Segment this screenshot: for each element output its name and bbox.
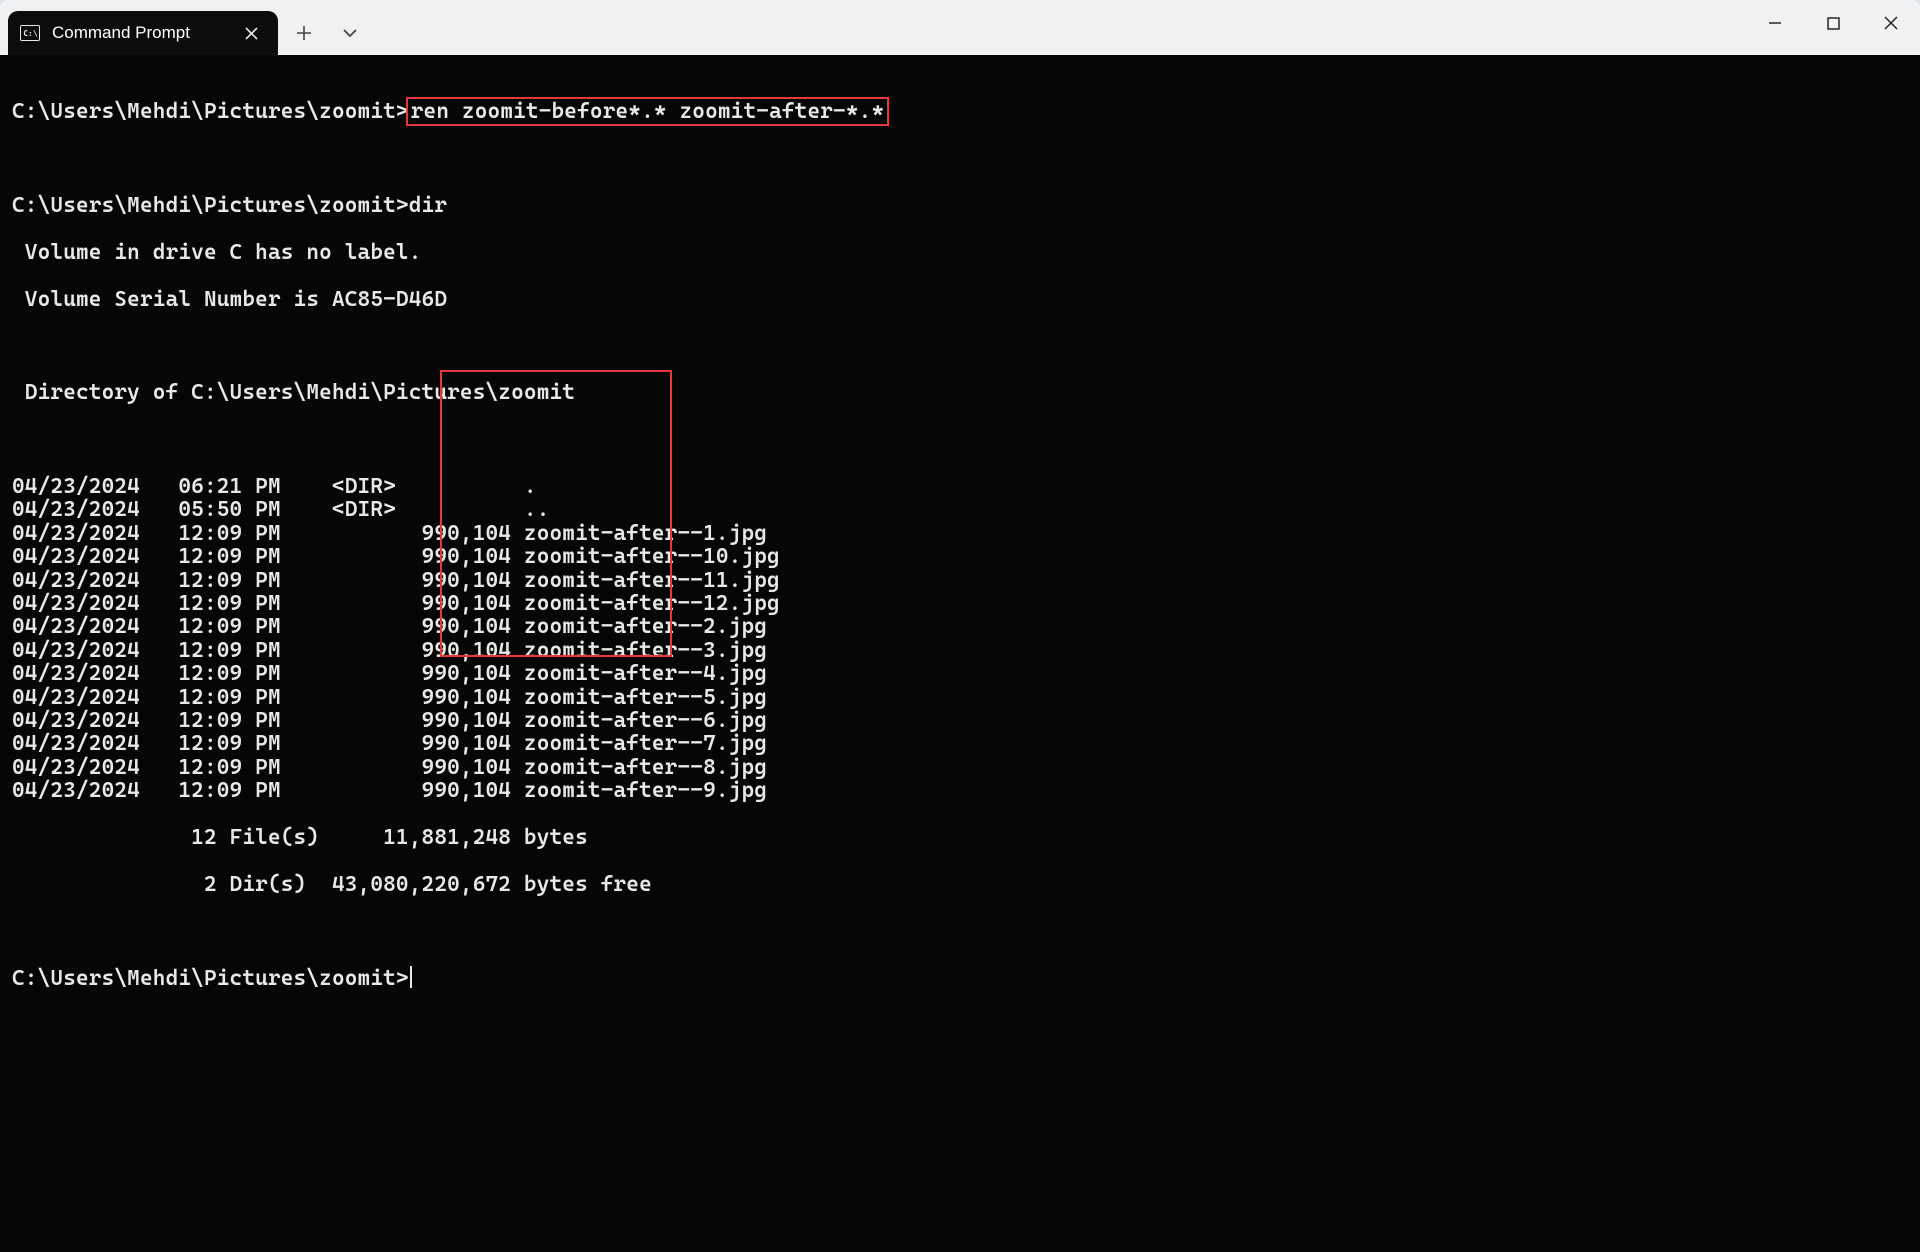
cursor [410,966,412,988]
prompt-line-ren: C:\Users\Mehdi\Pictures\zoomit>ren zoomi… [12,100,1912,123]
dir-entry: 04/23/2024 05:50 PM <DIR> .. [12,498,1912,521]
blank-line [12,334,1912,357]
dir-entry: 04/23/2024 06:21 PM <DIR> . [12,475,1912,498]
minimize-button[interactable] [1746,0,1804,46]
tab-dropdown-button[interactable] [330,13,370,53]
file-entry: 04/23/2024 12:09 PM 990,104 zoomit-after… [12,545,1912,568]
file-entry: 04/23/2024 12:09 PM 990,104 zoomit-after… [12,686,1912,709]
file-entry: 04/23/2024 12:09 PM 990,104 zoomit-after… [12,709,1912,732]
file-entry: 04/23/2024 12:09 PM 990,104 zoomit-after… [12,732,1912,755]
active-tab[interactable]: C:\ Command Prompt [8,11,278,55]
cmd-icon: C:\ [20,25,40,41]
file-entry: 04/23/2024 12:09 PM 990,104 zoomit-after… [12,779,1912,802]
dir-listing: 04/23/2024 06:21 PM <DIR> .04/23/2024 05… [12,475,1912,803]
file-entry: 04/23/2024 12:09 PM 990,104 zoomit-after… [12,569,1912,592]
tab-title: Command Prompt [52,23,226,43]
volume-serial-line: Volume Serial Number is AC85-D46D [12,288,1912,311]
prompt-path: C:\Users\Mehdi\Pictures\zoomit> [12,966,409,991]
new-tab-button[interactable] [284,13,324,53]
file-entry: 04/23/2024 12:09 PM 990,104 zoomit-after… [12,662,1912,685]
summary-files: 12 File(s) 11,881,248 bytes [12,826,1912,849]
summary-dirs: 2 Dir(s) 43,080,220,672 bytes free [12,873,1912,896]
file-entry: 04/23/2024 12:09 PM 990,104 zoomit-after… [12,639,1912,662]
volume-line: Volume in drive C has no label. [12,241,1912,264]
file-entry: 04/23/2024 12:09 PM 990,104 zoomit-after… [12,756,1912,779]
ren-command-highlight: ren zoomit-before*.* zoomit-after-*.* [406,97,890,126]
file-entry: 04/23/2024 12:09 PM 990,104 zoomit-after… [12,522,1912,545]
prompt-path: C:\Users\Mehdi\Pictures\zoomit> [12,193,409,218]
terminal-window: C:\ Command Prompt C:\Users\ [0,0,1920,1252]
svg-text:C:\: C:\ [23,29,38,38]
file-entry: 04/23/2024 12:09 PM 990,104 zoomit-after… [12,592,1912,615]
close-window-button[interactable] [1862,0,1920,46]
prompt-line-dir: C:\Users\Mehdi\Pictures\zoomit>dir [12,194,1912,217]
prompt-current[interactable]: C:\Users\Mehdi\Pictures\zoomit> [12,966,1912,990]
tab-close-button[interactable] [238,20,264,46]
blank-line [12,147,1912,170]
prompt-path: C:\Users\Mehdi\Pictures\zoomit> [12,99,409,124]
file-entry: 04/23/2024 12:09 PM 990,104 zoomit-after… [12,615,1912,638]
terminal-body[interactable]: C:\Users\Mehdi\Pictures\zoomit>ren zoomi… [0,55,1920,1252]
maximize-button[interactable] [1804,0,1862,46]
dir-command: dir [409,193,447,218]
blank-line [12,428,1912,451]
window-controls [1746,0,1920,46]
directory-header: Directory of C:\Users\Mehdi\Pictures\zoo… [12,381,1912,404]
titlebar[interactable]: C:\ Command Prompt [0,0,1920,55]
blank-line [12,920,1912,943]
